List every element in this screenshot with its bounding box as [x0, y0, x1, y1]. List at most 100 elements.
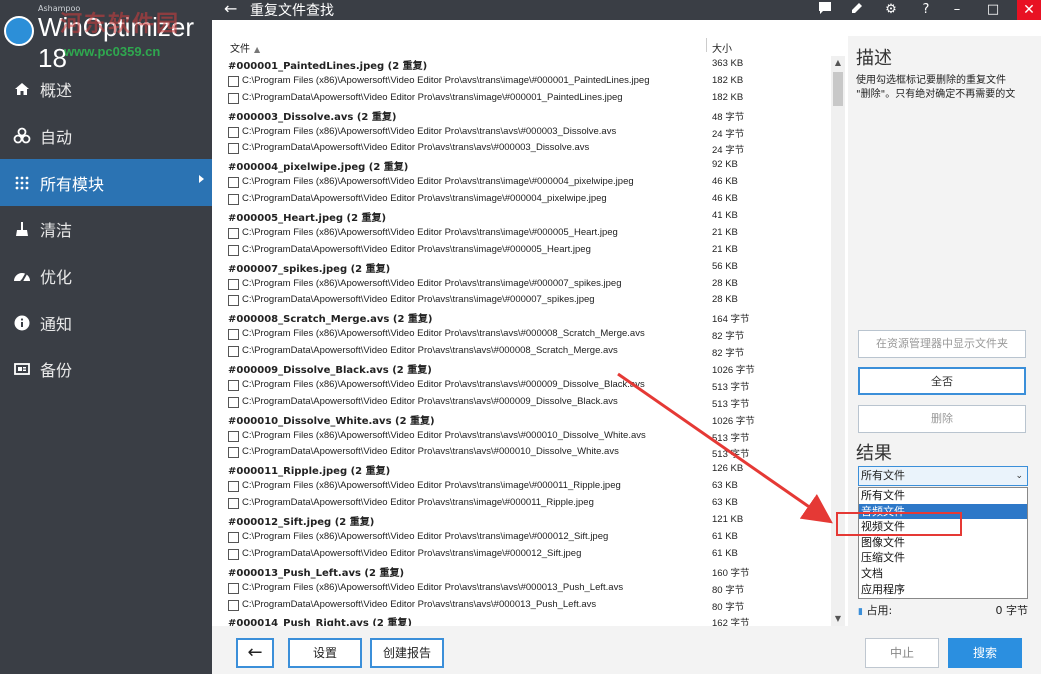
file-checkbox[interactable] [228, 227, 239, 239]
duplicate-group-row[interactable]: #000004_pixelwipe.jpeg (2 重复) 92 KB [226, 157, 826, 174]
column-header-file[interactable]: 文件 ▲ [230, 40, 260, 55]
file-checkbox[interactable] [228, 430, 239, 442]
file-row[interactable]: C:\ProgramData\Apowersoft\Video Editor P… [226, 343, 826, 360]
file-row[interactable]: C:\ProgramData\Apowersoft\Video Editor P… [226, 546, 826, 563]
file-checkbox[interactable] [228, 447, 239, 459]
group-name: #000004_pixelwipe.jpeg (2 重复) [228, 162, 409, 174]
duplicate-group-row[interactable]: #000003_Dissolve.avs (2 重复) 48 字节 [226, 107, 826, 124]
file-row[interactable]: C:\Program Files (x86)\Apowersoft\Video … [226, 225, 826, 242]
gear-icon[interactable]: ⚙ [882, 1, 900, 19]
minimize-icon[interactable]: – [948, 1, 966, 19]
group-name: #000010_Dissolve_White.avs (2 重复) [228, 415, 435, 427]
group-name: #000009_Dissolve_Black.avs (2 重复) [228, 365, 432, 377]
file-checkbox[interactable] [228, 379, 239, 391]
help-icon[interactable]: ? [917, 1, 935, 19]
file-checkbox[interactable] [228, 548, 239, 560]
file-checkbox[interactable] [228, 498, 239, 510]
file-size: 61 KB [712, 547, 738, 559]
file-row[interactable]: C:\ProgramData\Apowersoft\Video Editor P… [226, 242, 826, 259]
chat-icon[interactable] [816, 1, 834, 19]
sidebar-item-optimize[interactable]: 优化 [0, 253, 212, 300]
file-checkbox[interactable] [228, 126, 239, 138]
file-checkbox[interactable] [228, 278, 239, 290]
scroll-thumb[interactable] [833, 72, 843, 106]
file-type-option[interactable]: 图像文件 [859, 535, 1027, 551]
column-header-size[interactable]: 大小 [712, 40, 732, 55]
delete-button[interactable]: 删除 [858, 405, 1026, 433]
file-checkbox[interactable] [228, 329, 239, 341]
file-checkbox[interactable] [228, 194, 239, 206]
vertical-scrollbar[interactable]: ▲ ▼ [831, 56, 845, 626]
file-checkbox[interactable] [228, 582, 239, 594]
close-icon[interactable]: ✕ [1017, 0, 1041, 20]
file-row[interactable]: C:\ProgramData\Apowersoft\Video Editor P… [226, 191, 826, 208]
file-row[interactable]: C:\Program Files (x86)\Apowersoft\Video … [226, 377, 826, 394]
file-checkbox[interactable] [228, 244, 239, 256]
sidebar-item-backup[interactable]: 备份 [0, 346, 212, 393]
file-row[interactable]: C:\Program Files (x86)\Apowersoft\Video … [226, 174, 826, 191]
duplicate-group-row[interactable]: #000012_Sift.jpeg (2 重复) 121 KB [226, 512, 826, 529]
file-checkbox[interactable] [228, 143, 239, 155]
sidebar-item-notify[interactable]: 通知 [0, 299, 212, 346]
file-checkbox[interactable] [228, 396, 239, 408]
duplicate-group-row[interactable]: #000007_spikes.jpeg (2 重复) 56 KB [226, 259, 826, 276]
sidebar-item-auto[interactable]: 自动 [0, 113, 212, 160]
file-checkbox[interactable] [228, 346, 239, 358]
settings-button[interactable]: 设置 [288, 638, 362, 668]
file-row[interactable]: C:\ProgramData\Apowersoft\Video Editor P… [226, 394, 826, 411]
file-type-option[interactable]: 压缩文件 [859, 550, 1027, 566]
select-none-button[interactable]: 全否 [858, 367, 1026, 395]
scroll-up-icon[interactable]: ▲ [831, 56, 845, 70]
file-checkbox[interactable] [228, 75, 239, 87]
file-type-option[interactable]: 所有文件 [859, 488, 1027, 504]
sidebar-item-overview[interactable]: 概述 [0, 66, 212, 113]
file-checkbox[interactable] [228, 481, 239, 493]
duplicate-group-row[interactable]: #000005_Heart.jpeg (2 重复) 41 KB [226, 208, 826, 225]
file-checkbox[interactable] [228, 295, 239, 307]
file-path: C:\ProgramData\Apowersoft\Video Editor P… [242, 547, 582, 559]
search-button[interactable]: 搜索 [948, 638, 1022, 668]
file-row[interactable]: C:\Program Files (x86)\Apowersoft\Video … [226, 529, 826, 546]
column-divider[interactable] [706, 38, 707, 52]
file-size: 513 字节 [712, 381, 750, 393]
file-type-option[interactable]: 文档 [859, 566, 1027, 582]
file-checkbox[interactable] [228, 177, 239, 189]
duplicate-group-row[interactable]: #000009_Dissolve_Black.avs (2 重复) 1026 字节 [226, 360, 826, 377]
file-checkbox[interactable] [228, 531, 239, 543]
file-row[interactable]: C:\ProgramData\Apowersoft\Video Editor P… [226, 444, 826, 461]
file-row[interactable]: C:\Program Files (x86)\Apowersoft\Video … [226, 580, 826, 597]
file-row[interactable]: C:\ProgramData\Apowersoft\Video Editor P… [226, 292, 826, 309]
file-checkbox[interactable] [228, 599, 239, 611]
duplicate-group-row[interactable]: #000001_PaintedLines.jpeg (2 重复) 363 KB [226, 56, 826, 73]
file-checkbox[interactable] [228, 92, 239, 104]
file-row[interactable]: C:\ProgramData\Apowersoft\Video Editor P… [226, 140, 826, 157]
maximize-icon[interactable]: □ [984, 1, 1002, 19]
scroll-down-icon[interactable]: ▼ [831, 612, 845, 626]
file-row[interactable]: C:\Program Files (x86)\Apowersoft\Video … [226, 326, 826, 343]
file-row[interactable]: C:\Program Files (x86)\Apowersoft\Video … [226, 478, 826, 495]
file-row[interactable]: C:\Program Files (x86)\Apowersoft\Video … [226, 124, 826, 141]
create-report-button[interactable]: 创建报告 [370, 638, 444, 668]
duplicate-group-row[interactable]: #000008_Scratch_Merge.avs (2 重复) 164 字节 [226, 309, 826, 326]
duplicate-group-row[interactable]: #000011_Ripple.jpeg (2 重复) 126 KB [226, 461, 826, 478]
file-row[interactable]: C:\ProgramData\Apowersoft\Video Editor P… [226, 597, 826, 614]
file-row[interactable]: C:\Program Files (x86)\Apowersoft\Video … [226, 428, 826, 445]
duplicate-group-row[interactable]: #000010_Dissolve_White.avs (2 重复) 1026 字节 [226, 411, 826, 428]
back-button[interactable]: ← [236, 638, 274, 668]
file-row[interactable]: C:\ProgramData\Apowersoft\Video Editor P… [226, 495, 826, 512]
stop-button[interactable]: 中止 [865, 638, 939, 668]
file-row[interactable]: C:\Program Files (x86)\Apowersoft\Video … [226, 73, 826, 90]
sidebar-item-clean[interactable]: 清洁 [0, 206, 212, 253]
back-arrow-icon[interactable]: ← [224, 0, 237, 18]
file-size: 513 字节 [712, 449, 750, 461]
file-type-select[interactable]: 所有文件 ⌄ [858, 466, 1028, 486]
show-in-explorer-button[interactable]: 在资源管理器中显示文件夹 [858, 330, 1026, 358]
file-row[interactable]: C:\ProgramData\Apowersoft\Video Editor P… [226, 90, 826, 107]
file-type-option[interactable]: 应用程序 [859, 582, 1027, 598]
duplicate-group-row[interactable]: #000014_Push_Right.avs (2 重复) 162 字节 [226, 613, 826, 626]
sidebar-item-all-modules[interactable]: 所有模块 [0, 159, 212, 207]
duplicate-group-row[interactable]: #000013_Push_Left.avs (2 重复) 160 字节 [226, 563, 826, 580]
usage-value: 0 字节 [995, 604, 1029, 617]
edit-icon[interactable] [848, 1, 866, 19]
file-row[interactable]: C:\Program Files (x86)\Apowersoft\Video … [226, 276, 826, 293]
